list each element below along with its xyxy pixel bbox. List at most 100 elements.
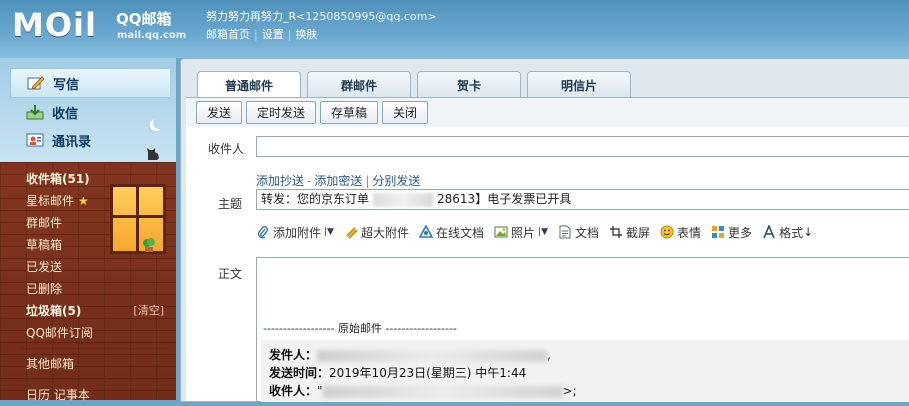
folder-subscriptions-label: QQ邮件订阅 [26,326,93,340]
folder-starred[interactable]: 星标邮件 ★ [0,190,176,212]
body-editor[interactable]: ------------------ 原始邮件 ----------------… [256,257,909,402]
folder-sent[interactable]: 已发送 [0,256,176,278]
subject-suffix: 28613】电子发票已开具 [437,192,572,206]
screenshot-label: 截屏 [626,225,651,240]
chevron-down-icon[interactable]: |▼ [324,227,334,237]
screenshot-icon [609,225,623,239]
folder-calendar-notes[interactable]: 日历 记事本 [0,384,176,406]
format-icon [762,225,776,239]
tab-greeting-card[interactable]: 贺卡 [417,71,521,98]
document-icon [558,225,572,239]
redacted-order-number [373,192,434,207]
photo-button[interactable]: 照片 |▼ [494,224,548,241]
compose-frame: 普通邮件 群邮件 贺卡 明信片 发送 定时发送 存草稿 关闭 收件人 添加抄送 -… [180,58,909,402]
emoji-label: 表情 [677,225,702,240]
folder-group-mail[interactable]: 群邮件 [0,212,176,234]
attachment-toolbar: 添加附件 |▼ 超大附件 在线文档 照片 |▼ 文档 截屏 表情 更多 格式 ↓ [256,223,823,241]
add-attachment-button[interactable]: 添加附件 |▼ [256,224,334,241]
folder-spam-label: 垃圾箱(5) [26,304,82,318]
folder-starred-label: 星标邮件 [26,194,75,208]
big-attachment-icon [344,225,358,239]
online-doc-icon [419,225,433,239]
document-label: 文档 [575,225,600,240]
compose-toolbar: 发送 定时发送 存草稿 关闭 [186,97,909,127]
quote-date-value: 2019年10月23日(星期三) 中午1:44 [329,366,527,380]
nav-separator: | [254,28,258,41]
top-nav: 邮箱首页 | 设置 | 换肤 [206,26,317,42]
quote-to-line: 收件人：" >; [269,382,577,399]
logo[interactable]: MOil [12,6,97,44]
folder-drafts[interactable]: 草稿箱 [0,234,176,256]
pencil-icon [25,74,47,92]
menu-contacts[interactable]: 通讯录 [10,126,170,154]
inbox-icon [24,103,46,121]
document-button[interactable]: 文档 [558,224,599,241]
save-draft-button[interactable]: 存草稿 [320,101,379,124]
emoji-button[interactable]: 表情 [660,224,701,241]
sidebar: 写信 收信 通讯录 收件箱(51) 星标邮件 ★ 群邮件 草稿箱 已发送 已删除 … [0,58,176,402]
more-button[interactable]: 更多 [711,224,752,241]
recipient-label: 收件人 [208,142,245,156]
tab-postcard[interactable]: 明信片 [527,71,631,98]
quote-from-line: 发件人：, [269,346,551,363]
folder-other-mailboxes-label: 其他邮箱 [26,357,75,371]
empty-spam-link[interactable]: [清空] [133,300,164,322]
online-doc-button[interactable]: 在线文档 [419,224,484,241]
nav-skin[interactable]: 换肤 [295,28,317,41]
header: MOil QQ邮箱 mail.qq.com 努力努力再努力_R<12508509… [0,0,909,58]
folder-list: 收件箱(51) 星标邮件 ★ 群邮件 草稿箱 已发送 已删除 垃圾箱(5) [清空]… [0,168,176,406]
nav-settings[interactable]: 设置 [262,28,284,41]
menu-inbox[interactable]: 收信 [10,98,170,126]
more-icon [711,225,725,239]
compose-panel: 普通邮件 群邮件 贺卡 明信片 发送 定时发送 存草稿 关闭 收件人 添加抄送 -… [176,58,909,402]
cc-separator: - [307,174,312,188]
format-label: 格式 [779,225,804,240]
format-arrow: ↓ [803,225,814,239]
chevron-down-icon[interactable]: |▼ [538,227,548,237]
folder-deleted[interactable]: 已删除 [0,278,176,300]
folder-inbox[interactable]: 收件箱(51) [0,168,176,190]
more-label: 更多 [728,225,753,240]
subject-label: 主题 [218,197,243,211]
add-attachment-label: 添加附件 [273,225,322,240]
tab-group-mail[interactable]: 群邮件 [307,71,411,98]
photo-label: 照片 [511,225,536,240]
menu-compose[interactable]: 写信 [10,68,170,98]
main-menu: 写信 收信 通讯录 [10,68,170,154]
tab-normal-mail[interactable]: 普通邮件 [197,71,301,99]
cc-separator: | [365,174,370,188]
add-cc-link[interactable]: 添加抄送 [256,174,304,188]
photo-icon [494,225,508,239]
nav-separator: | [287,28,292,41]
quoted-original-mail: 发件人：, 发送时间：2019年10月23日(星期三) 中午1:44 收件人："… [261,340,909,402]
large-attachment-label: 超大附件 [360,225,409,240]
redacted-sender [317,349,548,362]
menu-contacts-label: 通讯录 [52,134,92,150]
folder-spam[interactable]: 垃圾箱(5) [清空] [0,300,176,322]
brand-name: QQ邮箱 [116,10,172,28]
format-button[interactable]: 格式 ↓ [762,224,813,241]
folder-inbox-label: 收件箱(51) [26,172,90,186]
send-button[interactable]: 发送 [196,101,243,124]
separate-send-link[interactable]: 分别发送 [372,174,420,188]
folder-other-mailboxes[interactable]: 其他邮箱 [0,353,176,375]
close-button[interactable]: 关闭 [382,101,429,124]
subject-input[interactable]: 转发：您的京东订单 28613】电子发票已开具 [256,189,909,210]
compose-tabs: 普通邮件 群邮件 贺卡 明信片 [197,71,637,99]
nav-mail-home[interactable]: 邮箱首页 [206,28,250,41]
large-attachment-button[interactable]: 超大附件 [344,224,409,241]
quote-from-suffix: , [547,348,551,362]
contacts-icon [24,131,46,149]
add-bcc-link[interactable]: 添加密送 [314,174,362,188]
menu-compose-label: 写信 [53,77,80,93]
quote-date-label: 发送时间： [269,366,330,380]
folder-subscriptions[interactable]: QQ邮件订阅 [0,322,176,344]
online-doc-label: 在线文档 [436,225,485,240]
recipient-input[interactable] [256,136,909,157]
scheduled-send-button[interactable]: 定时发送 [246,101,317,124]
redacted-recipient [322,385,563,398]
screenshot-button[interactable]: 截屏 [609,224,650,241]
folder-sent-label: 已发送 [26,260,63,274]
quote-date-line: 发送时间：2019年10月23日(星期三) 中午1:44 [269,364,526,381]
menu-inbox-label: 收信 [52,106,79,122]
